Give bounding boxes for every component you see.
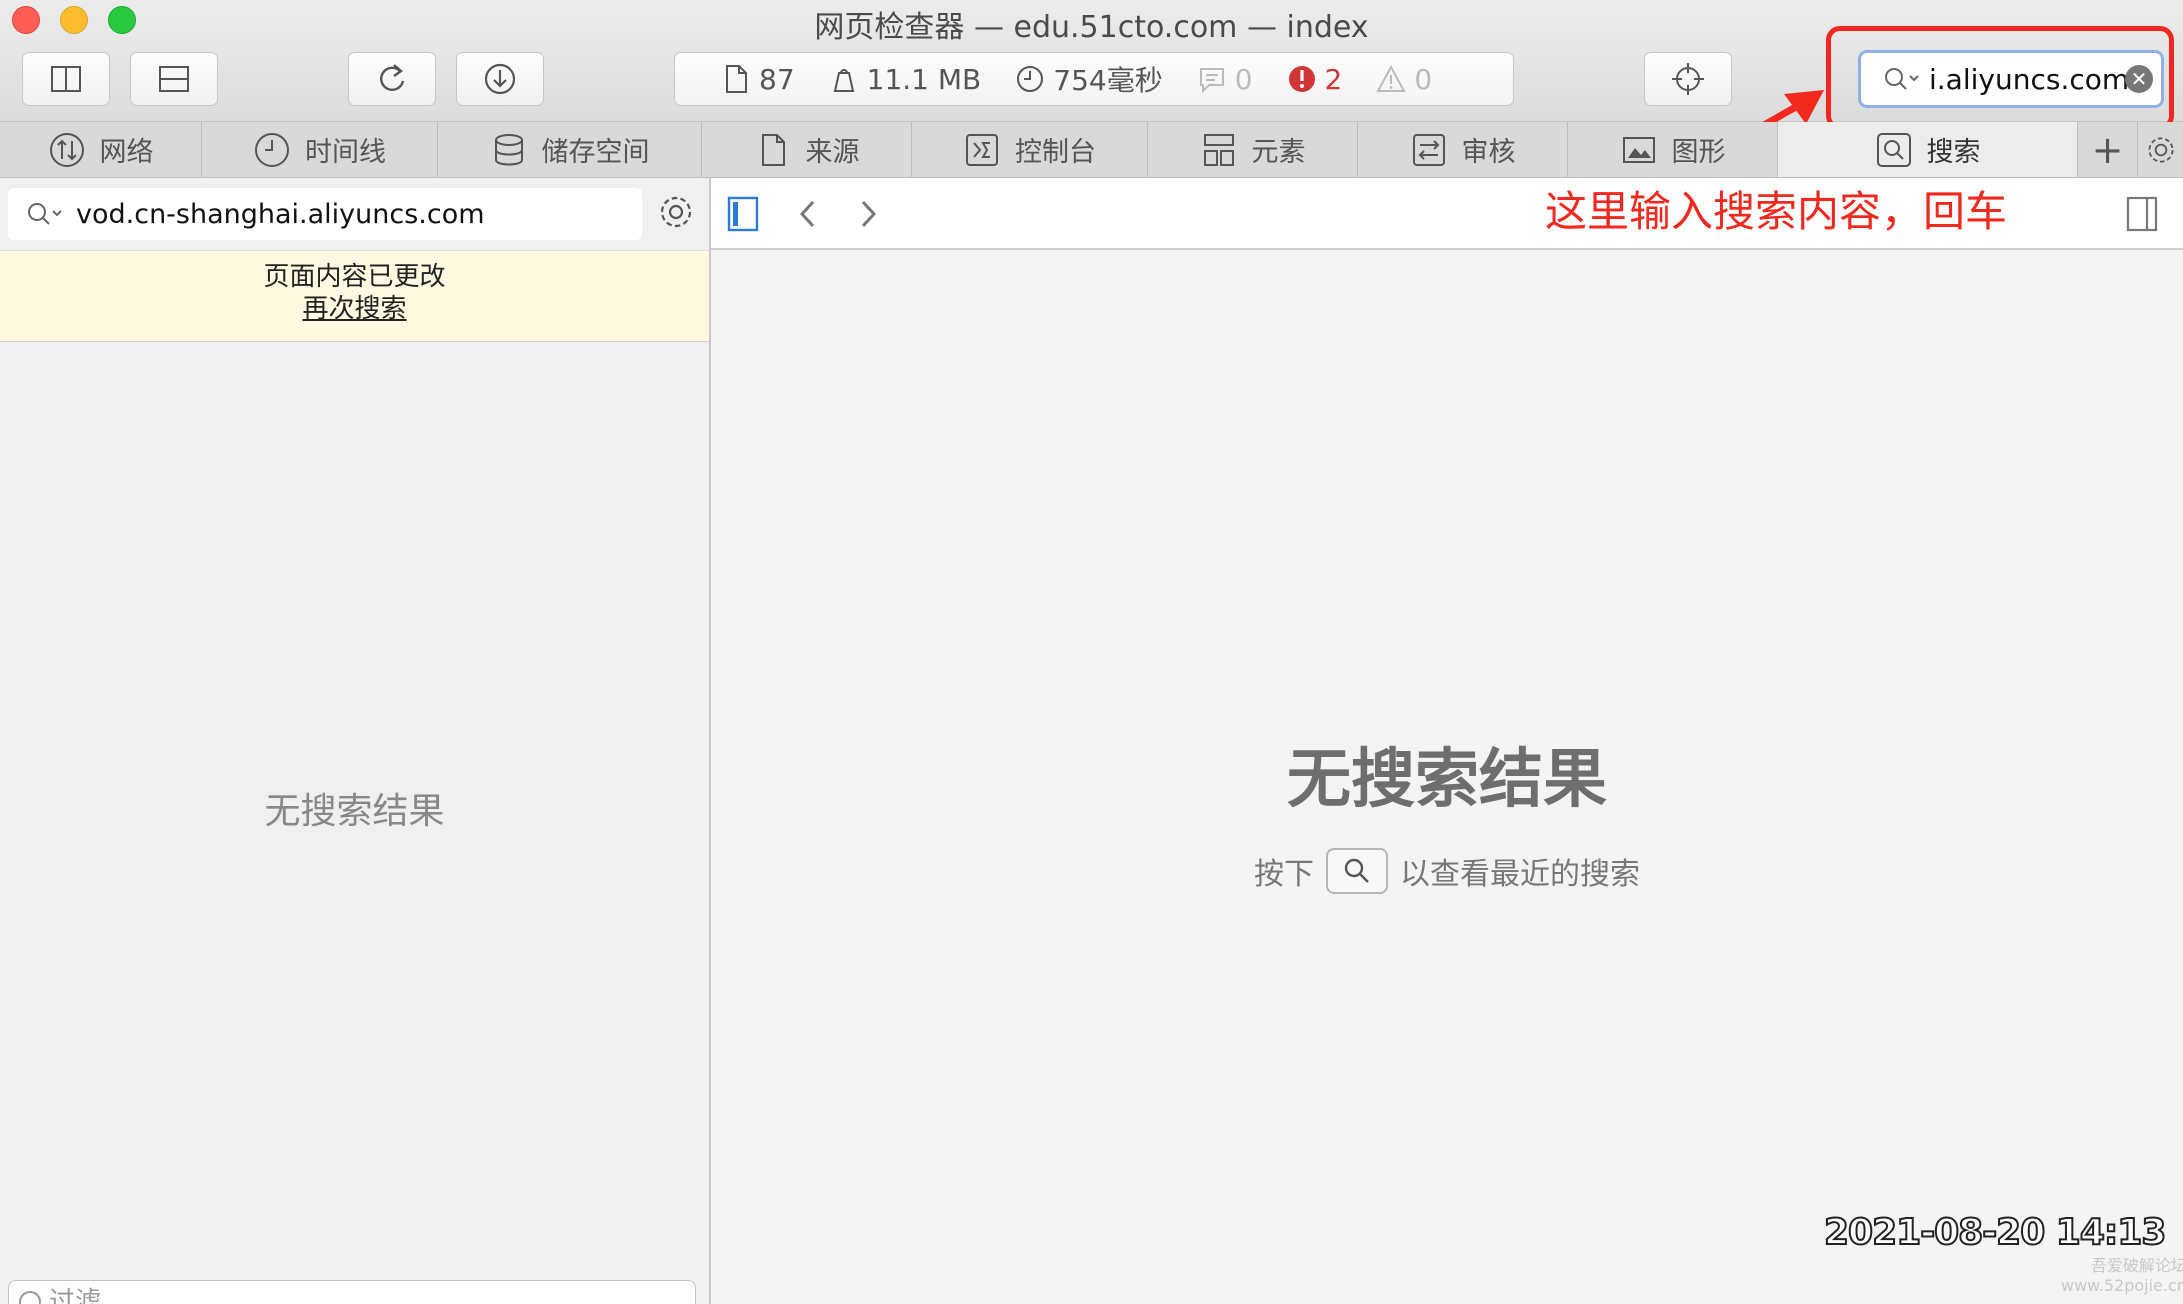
gear-icon[interactable]	[656, 192, 696, 232]
clock-icon	[255, 132, 289, 167]
recent-search-hint: 按下 以查看最近的搜索	[711, 848, 2183, 894]
tab-search[interactable]: 搜索	[1778, 122, 2078, 177]
download-button[interactable]	[456, 52, 544, 106]
settings-tab-button[interactable]	[2138, 122, 2183, 177]
tab-audit[interactable]: 审核	[1358, 122, 1568, 177]
message-count[interactable]: 0	[1197, 63, 1253, 96]
warning-count[interactable]: 0	[1376, 63, 1432, 96]
search-icon	[28, 203, 62, 225]
load-time[interactable]: 754毫秒	[1015, 59, 1163, 99]
message-icon	[1199, 68, 1224, 94]
plus-icon: +	[2091, 127, 2124, 172]
dock-bottom-icon	[159, 66, 189, 92]
content-navigation-bar: 这里输入搜索内容，回车	[711, 178, 2183, 250]
console-icon	[966, 133, 998, 166]
tab-console[interactable]: 控制台	[912, 122, 1148, 177]
resource-count[interactable]: 87	[721, 63, 795, 96]
elements-icon	[1203, 133, 1234, 166]
forward-arrow-icon[interactable]	[853, 194, 883, 234]
download-icon	[484, 63, 516, 95]
search-sidebar: vod.cn-shanghai.aliyuncs.com 页面内容已更改 再次搜…	[0, 178, 711, 1304]
network-icon	[49, 132, 84, 167]
toolbar: 网页检查器 — edu.51cto.com — index 87 11.1 MB…	[0, 0, 2183, 130]
tab-network[interactable]: 网络	[0, 122, 202, 177]
document-icon	[761, 133, 785, 166]
page-stats-bar: 87 11.1 MB 754毫秒 0 2 0	[674, 52, 1514, 106]
back-arrow-icon[interactable]	[793, 194, 823, 234]
timestamp-overlay: 2021-08-20 14:13	[1823, 1211, 2167, 1254]
clock-icon	[1017, 66, 1044, 92]
reload-button[interactable]	[348, 52, 436, 106]
add-tab-button[interactable]: +	[2078, 122, 2138, 177]
resource-search-input[interactable]: vod.cn-shanghai.aliyuncs.com	[8, 188, 642, 240]
image-icon	[1622, 136, 1655, 163]
notice-text: 页面内容已更改	[263, 262, 446, 292]
toggle-details-icon[interactable]	[2125, 194, 2159, 234]
weight-icon	[833, 69, 854, 92]
dock-bottom-button[interactable]	[130, 52, 218, 106]
no-results-title: 无搜索结果	[1287, 743, 1607, 817]
tab-storage[interactable]: 储存空间	[438, 122, 702, 177]
tab-elements[interactable]: 元素	[1148, 122, 1358, 177]
dock-side-icon	[51, 66, 81, 92]
document-icon	[726, 65, 747, 93]
watermark: 吾爱破解论坛 www.52pojie.cn	[2061, 1256, 2183, 1295]
reload-icon	[380, 64, 405, 91]
toggle-sidebar-icon[interactable]	[727, 194, 759, 234]
error-icon	[1288, 66, 1315, 92]
filter-input[interactable]: 过滤	[8, 1280, 696, 1304]
audit-icon	[1412, 133, 1445, 166]
gear-icon	[2147, 136, 2174, 163]
tab-graphics[interactable]: 图形	[1568, 122, 1778, 177]
search-key-button[interactable]	[1326, 848, 1388, 894]
error-count[interactable]: 2	[1287, 63, 1342, 96]
search-icon	[1344, 858, 1369, 883]
tab-sources[interactable]: 来源	[702, 122, 912, 177]
search-content-area: 这里输入搜索内容，回车 无搜索结果 按下 以查看最近的搜索 2021-08-20…	[711, 178, 2183, 1304]
warning-icon	[1376, 64, 1407, 92]
tab-timeline[interactable]: 时间线	[202, 122, 438, 177]
annotation-highlight-box	[1826, 26, 2174, 130]
content-changed-notice: 页面内容已更改 再次搜索	[0, 250, 709, 342]
filter-icon	[19, 1291, 41, 1304]
no-results-text: 无搜索结果	[264, 791, 445, 832]
dock-side-button[interactable]	[22, 52, 110, 106]
storage-icon	[494, 133, 523, 165]
annotation-text: 这里输入搜索内容，回车	[1545, 187, 2008, 236]
search-icon	[1876, 132, 1911, 167]
search-again-link[interactable]: 再次搜索	[302, 294, 406, 324]
resource-size[interactable]: 11.1 MB	[829, 63, 981, 96]
tab-bar: 网络 时间线 储存空间 来源 控制台 元素 审核 图形 搜索 +	[0, 122, 2183, 178]
